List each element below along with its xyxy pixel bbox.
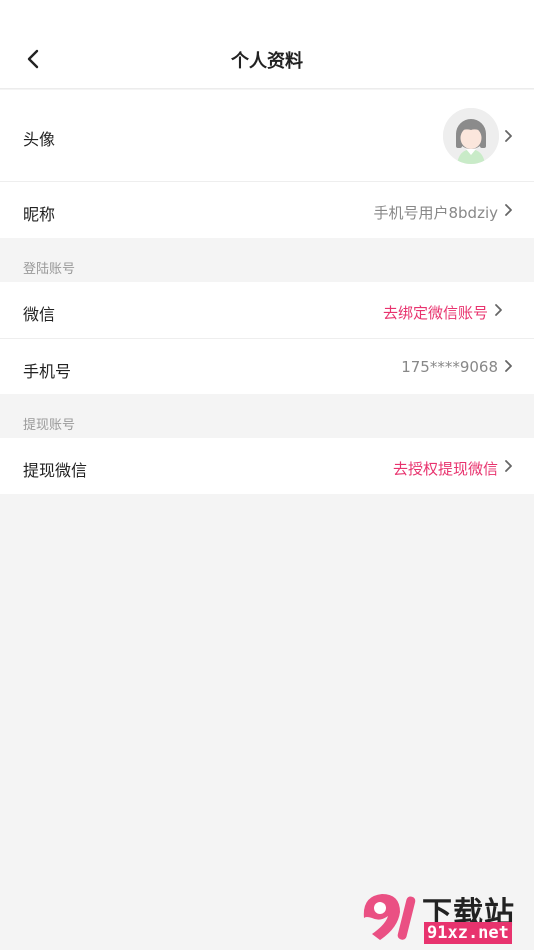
wechat-label: 微信 [23,305,56,324]
withdraw-section-title: 提现账号 [23,418,76,433]
avatar-illustration [443,108,499,164]
header: 个人资料 [0,0,534,89]
avatar[interactable] [443,108,499,164]
phone-value: 175****9068 [401,358,498,376]
nickname-label: 昵称 [23,205,56,224]
nickname-row[interactable]: 昵称 手机号用户8bdziy [0,182,534,238]
watermark: 下载站 91xz.net [358,888,530,946]
chevron-right-icon [505,204,512,216]
watermark-url: 91xz.net [424,922,512,944]
login-section-title: 登陆账号 [23,262,76,277]
watermark-logo-icon [363,894,416,940]
authorize-wechat-link[interactable]: 去授权提现微信 [393,458,498,479]
chevron-right-icon [505,360,512,372]
chevron-right-icon [495,304,502,316]
nickname-value: 手机号用户8bdziy [373,204,498,222]
phone-row[interactable]: 手机号 175****9068 [0,339,534,394]
chevron-right-icon [505,460,512,472]
avatar-label: 头像 [23,130,56,149]
phone-label: 手机号 [23,362,72,381]
chevron-right-icon [505,130,512,142]
wechat-row[interactable]: 微信 去绑定微信账号 [0,282,534,338]
page-title: 个人资料 [231,51,303,72]
bind-wechat-link[interactable]: 去绑定微信账号 [383,302,488,323]
withdraw-wechat-label: 提现微信 [23,461,88,480]
withdraw-wechat-row[interactable]: 提现微信 去授权提现微信 [0,438,534,494]
